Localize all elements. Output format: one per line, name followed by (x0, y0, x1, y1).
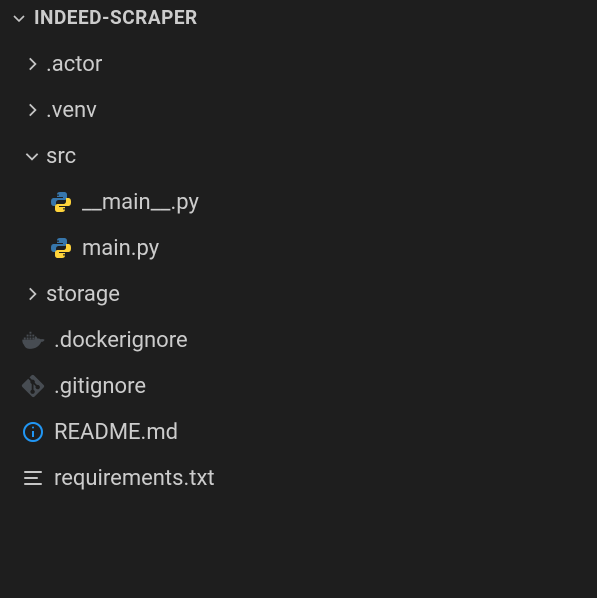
file-label: .dockerignore (54, 328, 188, 353)
python-icon (46, 236, 76, 260)
folder-venv[interactable]: .venv (0, 87, 597, 133)
chevron-right-icon (18, 285, 46, 303)
git-icon (18, 374, 48, 398)
folder-storage[interactable]: storage (0, 271, 597, 317)
file-requirements[interactable]: requirements.txt (0, 455, 597, 501)
docker-icon (18, 328, 48, 352)
folder-src[interactable]: src (0, 133, 597, 179)
chevron-down-icon (18, 147, 46, 165)
file-label: main.py (82, 236, 159, 261)
info-icon (18, 420, 48, 444)
chevron-down-icon (8, 10, 30, 26)
explorer-root-header[interactable]: INDEED-SCRAPER (0, 0, 597, 39)
folder-label: .actor (46, 52, 102, 77)
file-main-py[interactable]: main.py (0, 225, 597, 271)
file-readme[interactable]: README.md (0, 409, 597, 455)
explorer-root-title: INDEED-SCRAPER (34, 6, 198, 29)
file-label: README.md (54, 420, 178, 445)
folder-label: src (46, 144, 76, 169)
python-icon (46, 190, 76, 214)
folder-actor[interactable]: .actor (0, 41, 597, 87)
file-main-dunder-py[interactable]: __main__.py (0, 179, 597, 225)
file-gitignore[interactable]: .gitignore (0, 363, 597, 409)
folder-label: .venv (46, 98, 97, 123)
file-tree: .actor .venv src __main__.py main.py sto… (0, 39, 597, 501)
file-label: __main__.py (82, 190, 199, 215)
chevron-right-icon (18, 101, 46, 119)
folder-label: storage (46, 282, 120, 307)
file-label: .gitignore (54, 374, 146, 399)
text-lines-icon (18, 466, 48, 490)
file-dockerignore[interactable]: .dockerignore (0, 317, 597, 363)
file-label: requirements.txt (54, 466, 215, 491)
chevron-right-icon (18, 55, 46, 73)
